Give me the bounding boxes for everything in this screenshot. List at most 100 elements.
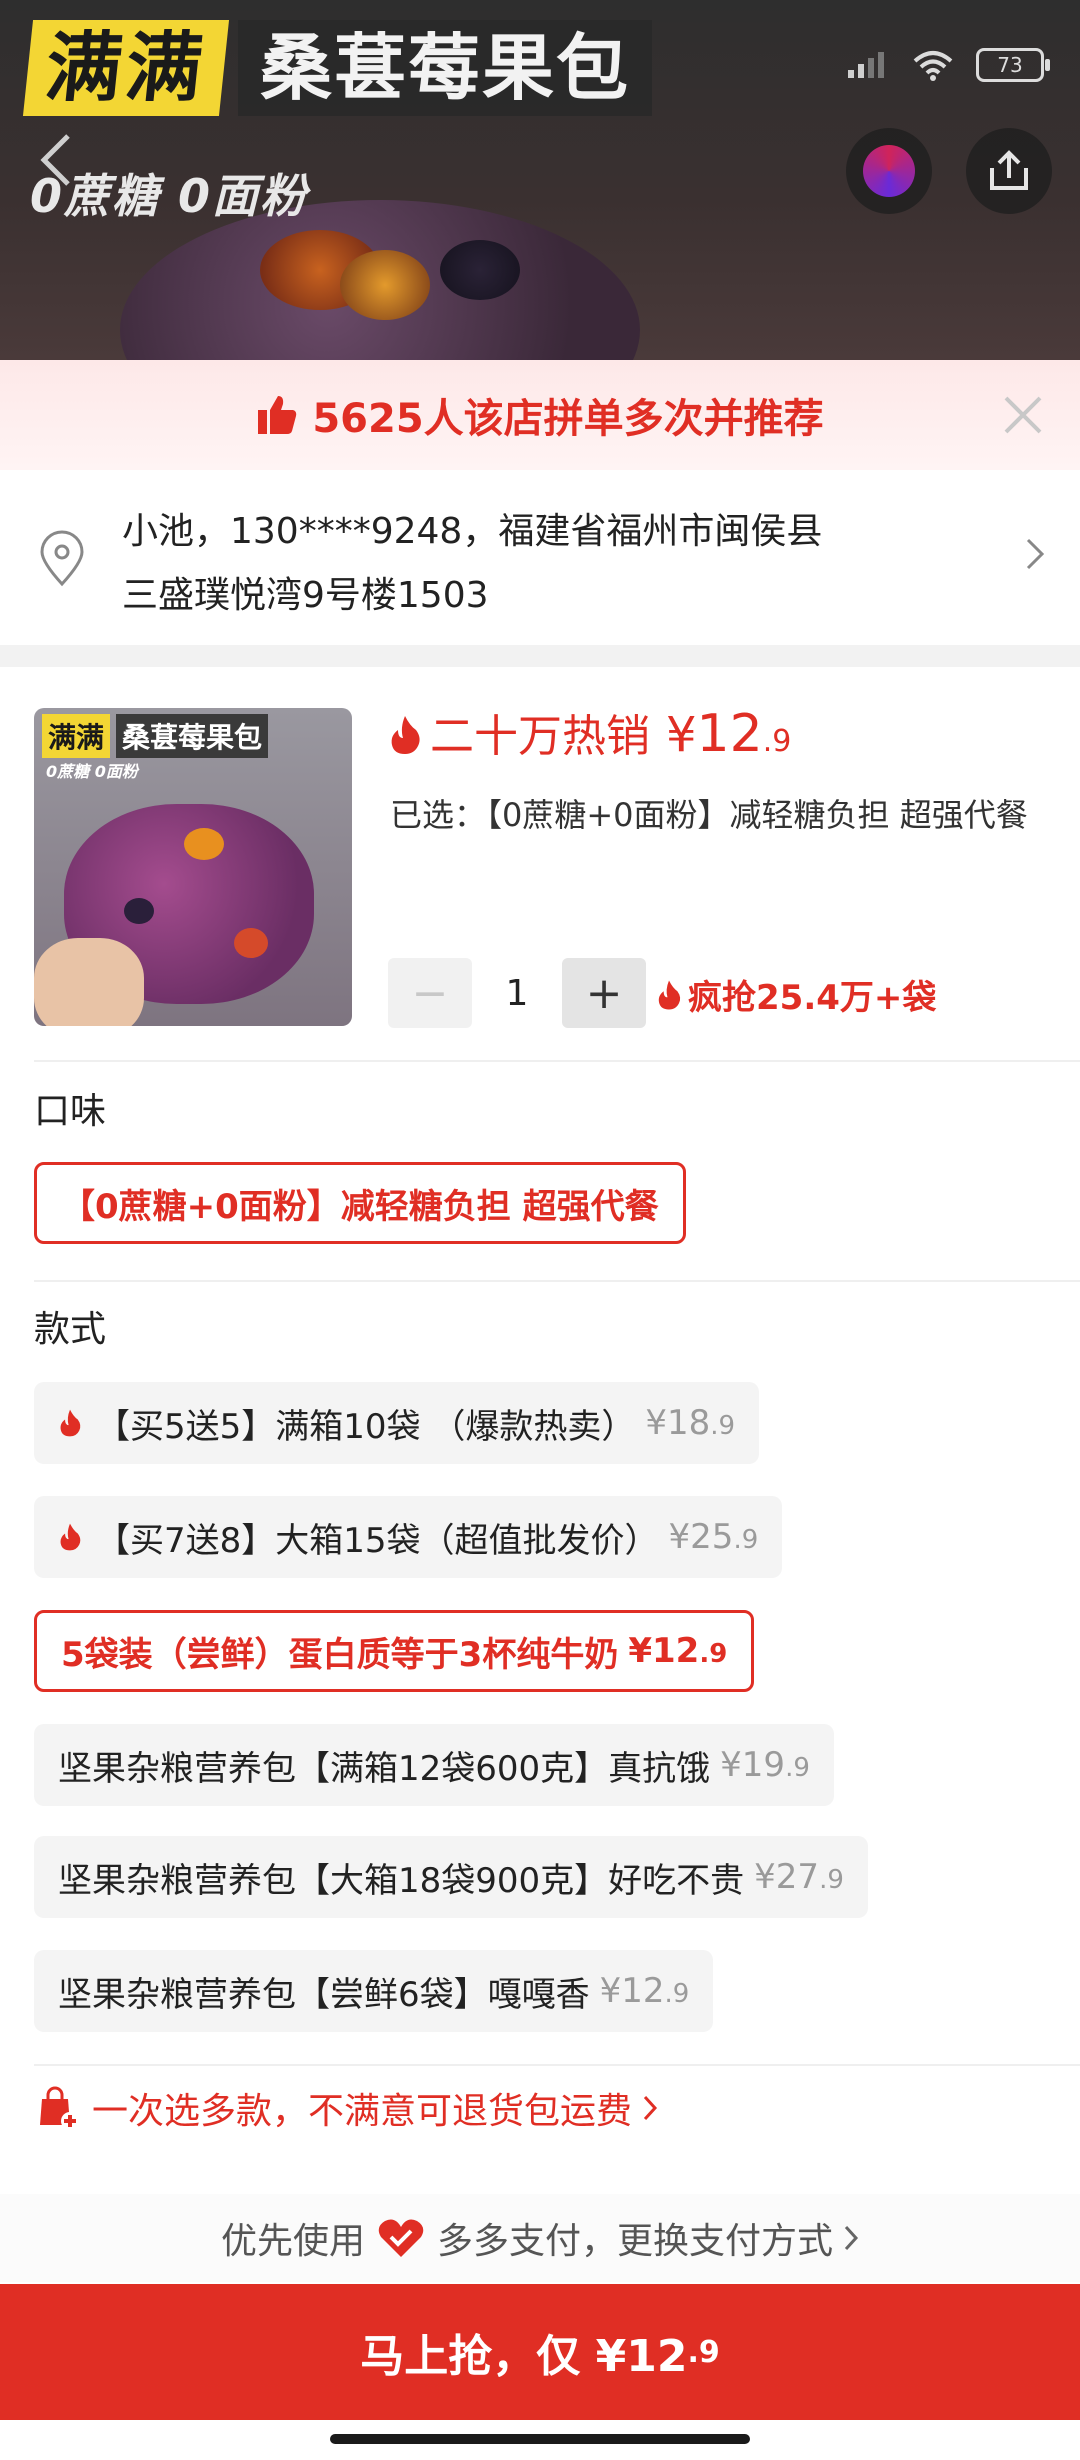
style-option-label: 【买7送8】大箱15袋（超值批发价） <box>96 1520 659 1561</box>
flavor-option[interactable]: 【0蔗糖+0面粉】减轻糖负担 超强代餐 <box>34 1162 686 1244</box>
chevron-right-icon <box>843 2224 859 2252</box>
selected-spec: 已选：【0蔗糖+0面粉】减轻糖负担 超强代餐 <box>390 796 1028 834</box>
price-integer: ¥27 <box>754 1857 820 1897</box>
shopping-bag-plus-icon <box>34 2085 80 2131</box>
product-banner: 满满 桑葚莓果包 0蔗糖 0面粉 73 <box>0 0 1080 360</box>
style-option[interactable]: 【买5送5】满箱10袋 （爆款热卖） ¥18.9 <box>34 1382 760 1464</box>
home-indicator[interactable] <box>330 2434 750 2444</box>
wifi-icon <box>913 51 953 81</box>
chevron-left-icon <box>40 134 70 186</box>
thumbnail-title-highlight: 满满 <box>42 714 111 758</box>
style-option[interactable]: 坚果杂粮营养包【满箱12袋600克】真抗饿 ¥19.9 <box>34 1724 834 1806</box>
share-icon <box>990 150 1028 190</box>
status-bar: 73 <box>846 48 1050 82</box>
thumbs-up-icon <box>256 394 298 436</box>
increase-button[interactable]: + <box>562 958 646 1028</box>
banner-title-main: 桑葚莓果包 <box>238 20 653 116</box>
style-option-price: ¥25.9 <box>669 1517 759 1557</box>
chevron-right-icon <box>1026 538 1045 570</box>
style-label: 款式 <box>34 1309 107 1350</box>
banner-berry-image <box>440 240 520 300</box>
quantity-value[interactable]: 1 <box>472 973 562 1014</box>
return-promo-text: 一次选多款，不满意可退货包运费 <box>92 2091 633 2132</box>
recommend-bar: 5625人该店拼单多次并推荐 <box>0 360 1080 470</box>
price-integer: ¥12 <box>599 1971 665 2011</box>
divider <box>34 1280 1080 1282</box>
price-decimal: .9 <box>762 724 792 759</box>
price-decimal: .9 <box>785 1753 810 1783</box>
signal-icon <box>848 52 884 78</box>
shipping-address[interactable]: 小池，130****9248，福建省福州市闽侯县 三盛璞悦湾9号楼1503 <box>0 472 1080 642</box>
decrease-button[interactable]: − <box>388 958 472 1028</box>
style-option-price: ¥19.9 <box>720 1745 810 1785</box>
divider <box>34 2064 1080 2066</box>
style-option[interactable]: 【买7送8】大箱15袋（超值批发价） ¥25.9 <box>34 1496 783 1578</box>
style-option-label: 坚果杂粮营养包【尝鲜6袋】嘎嘎香 <box>58 1974 590 2015</box>
fire-icon <box>58 1408 82 1438</box>
buy-button-label: 马上抢，仅 ¥12 <box>360 2331 688 2382</box>
avatar <box>863 145 915 197</box>
banner-fruit-image <box>340 250 430 320</box>
banner-title: 满满 桑葚莓果包 <box>22 20 653 116</box>
return-promo-link[interactable]: 一次选多款，不满意可退货包运费 <box>34 2082 658 2134</box>
price-integer: ¥12 <box>628 1631 700 1671</box>
rush-sales-badge: 疯抢25.4万+袋 <box>656 970 936 1019</box>
product-thumbnail[interactable]: 满满 桑葚莓果包 0蔗糖 0面粉 <box>34 708 352 1026</box>
thumbnail-hand <box>34 938 144 1026</box>
live-avatar-button[interactable] <box>846 128 932 214</box>
flavor-option-label: 【0蔗糖+0面粉】减轻糖负担 超强代餐 <box>61 1186 659 1227</box>
share-button[interactable] <box>966 128 1052 214</box>
style-option[interactable]: 坚果杂粮营养包【大箱18袋900克】好吃不贵 ¥27.9 <box>34 1836 868 1918</box>
fire-icon <box>388 714 422 756</box>
payment-method-row[interactable]: 优先使用 多多支付，更换支付方式 <box>0 2194 1080 2282</box>
rush-text: 疯抢25.4万+袋 <box>688 978 937 1018</box>
style-option-price: ¥12.9 <box>600 1971 690 2011</box>
location-pin-icon <box>40 530 84 587</box>
thumbnail-berry <box>124 898 154 924</box>
style-option-price: ¥12.9 <box>628 1631 727 1671</box>
hot-sale-label: 二十万热销 <box>430 711 650 762</box>
thumbnail-fruit <box>184 828 224 860</box>
thumbnail-title: 满满 桑葚莓果包 <box>42 714 269 758</box>
style-option-label: 5袋装（尝鲜）蛋白质等于3杯纯牛奶 <box>61 1634 619 1675</box>
buy-button-price-decimal: .9 <box>687 2334 720 2370</box>
style-option-label: 坚果杂粮营养包【大箱18袋900克】好吃不贵 <box>58 1860 745 1901</box>
price-decimal: .9 <box>664 1979 690 2009</box>
style-option-label: 【买5送5】满箱10袋 （爆款热卖） <box>96 1406 636 1447</box>
price-row: 二十万热销 ¥ 12 .9 <box>388 700 791 770</box>
close-icon[interactable] <box>1002 394 1044 436</box>
divider <box>34 1060 1080 1062</box>
battery-icon: 73 <box>976 48 1050 82</box>
style-option-price: ¥27.9 <box>754 1857 844 1897</box>
payment-text: 多多支付，更换支付方式 <box>437 2221 834 2262</box>
recommend-text: 5625人该店拼单多次并推荐 <box>312 396 824 442</box>
style-option-label: 坚果杂粮营养包【满箱12袋600克】真抗饿 <box>58 1748 711 1789</box>
style-option-price: ¥18.9 <box>645 1403 735 1443</box>
price-integer: ¥18 <box>645 1403 711 1443</box>
chevron-right-icon <box>642 2094 658 2122</box>
address-detail: 三盛璞悦湾9号楼1503 <box>122 575 489 616</box>
back-button[interactable] <box>36 130 96 190</box>
duoduo-pay-icon <box>377 2217 425 2259</box>
flavor-label: 口味 <box>34 1091 107 1132</box>
fire-icon <box>58 1522 82 1552</box>
thumbnail-fruit <box>234 928 268 958</box>
banner-title-highlight: 满满 <box>22 20 230 116</box>
quantity-stepper: − 1 + <box>388 958 646 1028</box>
price-integer: 12 <box>696 704 763 764</box>
thumbnail-title-main: 桑葚莓果包 <box>116 714 269 758</box>
style-option[interactable]: 坚果杂粮营养包【尝鲜6袋】嘎嘎香 ¥12.9 <box>34 1950 714 2032</box>
price-decimal: .9 <box>819 1865 844 1895</box>
buy-now-button[interactable]: 马上抢，仅 ¥12 .9 <box>0 2284 1080 2420</box>
price-decimal: .9 <box>710 1411 736 1441</box>
price-symbol: ¥ <box>666 707 697 763</box>
price-decimal: .9 <box>733 1525 759 1555</box>
style-option-selected[interactable]: 5袋装（尝鲜）蛋白质等于3杯纯牛奶 ¥12.9 <box>34 1610 755 1692</box>
section-separator <box>0 645 1080 667</box>
payment-prefix: 优先使用 <box>220 2221 365 2262</box>
price-integer: ¥25 <box>668 1517 734 1557</box>
fire-icon <box>656 979 682 1011</box>
thumbnail-subtitle: 0蔗糖 0面粉 <box>46 762 138 781</box>
price-decimal: .9 <box>699 1639 728 1669</box>
price-integer: ¥19 <box>720 1745 786 1785</box>
